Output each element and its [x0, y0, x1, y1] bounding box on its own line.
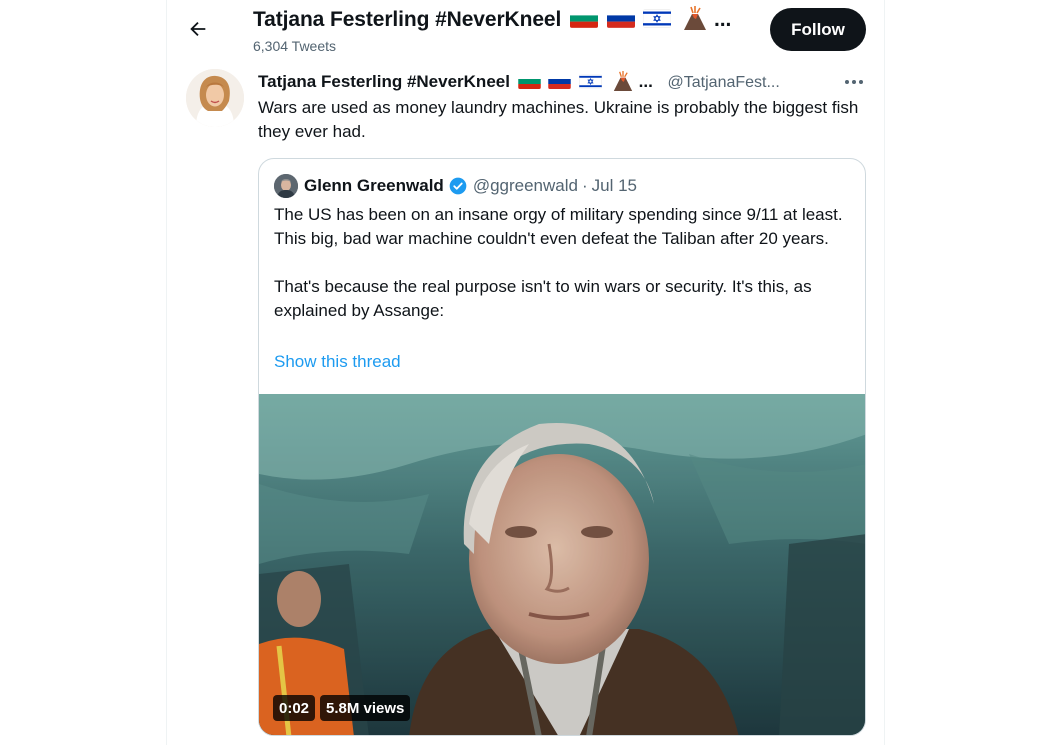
video-thumbnail [259, 394, 865, 735]
quoted-tweet-header: Glenn Greenwald @ggreenwald · Jul 15 [304, 174, 637, 198]
author-name-ellipsis: ... [638, 72, 653, 91]
video-player[interactable]: 0:02 5.8M views [259, 394, 865, 735]
quoted-tweet-paragraph: The US has been on an insane orgy of mil… [274, 205, 843, 248]
video-views-badge: 5.8M views [320, 695, 411, 721]
quoted-author-handle: @ggreenwald [472, 176, 578, 195]
tweet-count: 6,304 Tweets [253, 38, 337, 54]
arrow-left-icon [190, 21, 206, 37]
author-name[interactable]: Tatjana Festerling #NeverKneel ... [258, 71, 658, 91]
tweet-text: Wars are used as money laundry machines.… [258, 98, 859, 141]
quoted-tweet-date: Jul 15 [591, 176, 638, 195]
show-thread-link[interactable]: Show this thread [274, 352, 401, 372]
author-handle[interactable]: @TatjanaFest... [668, 74, 780, 91]
quoted-tweet-paragraph: That's because the real purpose isn't to… [274, 277, 812, 320]
profile-header-name: Tatjana Festerling #NeverKneel ... [253, 6, 731, 32]
timeline-column: Tatjana Festerling #NeverKneel ... 6,304… [166, 0, 885, 745]
quoted-tweet-text: The US has been on an insane orgy of mil… [274, 203, 854, 323]
flag-bulgaria-icon [517, 74, 541, 89]
author-name-text: Tatjana Festerling #NeverKneel [258, 72, 510, 91]
profile-name-text: Tatjana Festerling #NeverKneel [253, 8, 562, 31]
video-duration-badge: 0:02 [273, 695, 316, 721]
follow-button[interactable]: Follow [770, 8, 866, 51]
flag-bulgaria-icon [569, 9, 598, 28]
flag-israel-icon [579, 74, 603, 89]
flag-russia-icon [548, 74, 572, 89]
author-avatar[interactable] [186, 69, 244, 127]
volcano-icon [684, 6, 707, 30]
quoted-author-avatar [274, 174, 298, 198]
verified-badge-icon [449, 177, 467, 195]
flag-israel-icon [643, 9, 672, 28]
quoted-tweet-card[interactable]: Glenn Greenwald @ggreenwald · Jul 15 The… [258, 158, 866, 736]
tweet-header: Tatjana Festerling #NeverKneel ... @Tatj… [258, 71, 868, 95]
profile-name-ellipsis: ... [713, 8, 732, 31]
separator-dot: · [581, 176, 588, 195]
flag-russia-icon [606, 9, 635, 28]
back-button[interactable] [181, 12, 215, 46]
quoted-author-name: Glenn Greenwald [304, 176, 444, 195]
volcano-icon [613, 71, 633, 91]
more-horizontal-icon[interactable] [842, 72, 866, 92]
